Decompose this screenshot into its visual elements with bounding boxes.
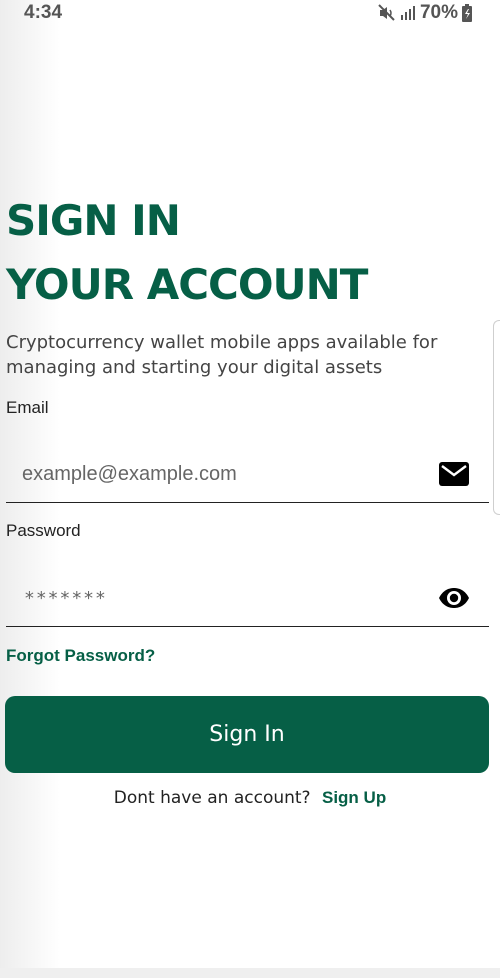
battery-icon — [462, 4, 472, 22]
page-title-line-1: SIGN IN — [6, 196, 181, 245]
page-subtitle: Cryptocurrency wallet mobile apps availa… — [6, 332, 438, 378]
signup-row: Dont have an account? Sign Up — [0, 788, 500, 808]
signup-prompt: Dont have an account? — [113, 788, 311, 808]
password-input[interactable]: ******* — [6, 588, 437, 609]
status-icons: 70% — [378, 2, 472, 24]
password-label: Password — [6, 521, 81, 540]
eye-icon[interactable] — [437, 581, 471, 615]
password-field-row: ******* — [6, 570, 489, 627]
email-field-row — [6, 445, 489, 503]
sign-in-button[interactable]: Sign In — [5, 696, 489, 773]
scroll-handle[interactable] — [493, 320, 500, 515]
status-bar: 4:34 70% — [0, 0, 500, 28]
email-label: Email — [6, 398, 49, 417]
mail-icon — [437, 457, 471, 491]
mute-icon — [378, 4, 396, 22]
forgot-password-link[interactable]: Forgot Password? — [6, 646, 155, 666]
battery-percentage: 70% — [419, 2, 458, 23]
signal-icon — [400, 5, 416, 21]
bottom-bar — [0, 968, 500, 978]
page-title-line-2: YOUR ACCOUNT — [6, 260, 368, 309]
sign-up-link[interactable]: Sign Up — [322, 788, 386, 807]
status-time: 4:34 — [24, 2, 63, 23]
email-input[interactable] — [6, 445, 437, 503]
